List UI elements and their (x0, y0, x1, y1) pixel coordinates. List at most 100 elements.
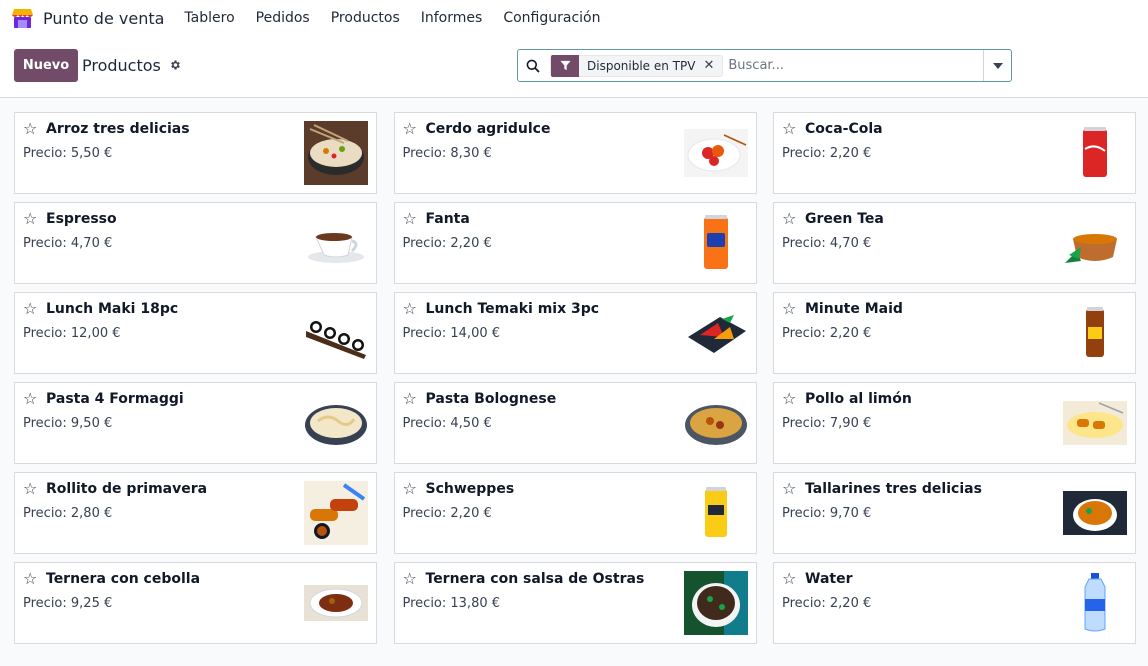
product-image (304, 481, 368, 545)
product-price: Precio: 4,70 € (782, 236, 872, 251)
new-button[interactable]: Nuevo (14, 49, 78, 82)
favorite-star-icon[interactable]: ☆ (403, 299, 417, 318)
product-price: Precio: 8,30 € (402, 146, 492, 161)
breadcrumb: Productos (82, 56, 181, 75)
search-icon[interactable] (518, 59, 548, 73)
product-name: Pasta Bolognese (425, 391, 557, 407)
product-price: Precio: 14,00 € (402, 326, 501, 341)
search-input[interactable] (728, 51, 983, 80)
product-card[interactable]: ☆ Ternera con cebolla Precio: 9,25 € (14, 562, 377, 644)
product-image (304, 391, 368, 455)
product-name: Arroz tres delicias (46, 121, 190, 137)
product-image (1063, 211, 1127, 275)
favorite-star-icon[interactable]: ☆ (782, 119, 796, 138)
facet-label: Disponible en TPV (587, 58, 696, 73)
app-title[interactable]: Punto de venta (43, 9, 164, 28)
product-price: Precio: 12,00 € (23, 326, 121, 341)
favorite-star-icon[interactable]: ☆ (403, 479, 417, 498)
favorite-star-icon[interactable]: ☆ (782, 209, 796, 228)
product-image (683, 571, 748, 635)
pos-logo-icon[interactable] (10, 7, 35, 29)
favorite-star-icon[interactable]: ☆ (403, 389, 417, 408)
product-card[interactable]: ☆ Lunch Temaki mix 3pc Precio: 14,00 € (393, 292, 757, 374)
product-name: Ternera con salsa de Ostras (425, 571, 645, 587)
search-bar: Disponible en TPV ✕ (517, 49, 1012, 82)
favorite-star-icon[interactable]: ☆ (782, 299, 796, 318)
product-price: Precio: 2,20 € (402, 506, 492, 521)
nav-configuracion[interactable]: Configuración (503, 10, 600, 26)
product-card[interactable]: ☆ Coca-Cola Precio: 2,20 € (773, 112, 1136, 194)
product-image (1063, 571, 1127, 635)
product-price: Precio: 2,20 € (782, 146, 872, 161)
product-image (684, 211, 748, 275)
product-name: Water (805, 571, 853, 587)
product-card[interactable]: ☆ Fanta Precio: 2,20 € (393, 202, 757, 284)
control-panel: Nuevo Productos Disponible en TPV ✕ (0, 36, 1148, 98)
product-price: Precio: 13,80 € (402, 596, 501, 611)
product-image (304, 211, 368, 275)
product-image (684, 301, 748, 365)
product-price: Precio: 4,70 € (23, 236, 113, 251)
product-price: Precio: 9,25 € (23, 596, 113, 611)
favorite-star-icon[interactable]: ☆ (23, 479, 37, 498)
favorite-star-icon[interactable]: ☆ (23, 389, 37, 408)
product-card[interactable]: ☆ Pollo al limón Precio: 7,90 € (773, 382, 1136, 464)
nav-informes[interactable]: Informes (421, 10, 483, 26)
product-name: Lunch Maki 18pc (46, 301, 179, 317)
product-kanban: ☆ Arroz tres delicias Precio: 5,50 € ☆ Cerdo… (14, 112, 1136, 644)
product-card[interactable]: ☆ Pasta 4 Formaggi Precio: 9,50 € (14, 382, 377, 464)
page-title: Productos (82, 56, 161, 75)
product-card[interactable]: ☆ Green Tea Precio: 4,70 € (773, 202, 1136, 284)
product-name: Minute Maid (805, 301, 903, 317)
product-price: Precio: 7,90 € (782, 416, 872, 431)
favorite-star-icon[interactable]: ☆ (23, 119, 37, 138)
search-facet: Disponible en TPV ✕ (550, 54, 724, 77)
product-card[interactable]: ☆ Lunch Maki 18pc Precio: 12,00 € (14, 292, 377, 374)
favorite-star-icon[interactable]: ☆ (23, 299, 37, 318)
favorite-star-icon[interactable]: ☆ (782, 479, 796, 498)
product-card[interactable]: ☆ Arroz tres delicias Precio: 5,50 € (14, 112, 377, 194)
favorite-star-icon[interactable]: ☆ (403, 569, 417, 588)
product-price: Precio: 2,20 € (402, 236, 492, 251)
filter-icon (551, 54, 579, 77)
favorite-star-icon[interactable]: ☆ (403, 209, 417, 228)
product-card[interactable]: ☆ Cerdo agridulce Precio: 8,30 € (393, 112, 757, 194)
favorite-star-icon[interactable]: ☆ (782, 569, 796, 588)
product-price: Precio: 9,70 € (782, 506, 872, 521)
search-options-toggle[interactable] (983, 50, 1011, 81)
favorite-star-icon[interactable]: ☆ (23, 209, 37, 228)
gear-icon[interactable] (169, 59, 181, 75)
product-name: Coca-Cola (805, 121, 883, 137)
product-image (683, 121, 748, 185)
favorite-star-icon[interactable]: ☆ (23, 569, 37, 588)
product-name: Rollito de primavera (46, 481, 208, 497)
product-image (1063, 481, 1127, 545)
product-card[interactable]: ☆ Espresso Precio: 4,70 € (14, 202, 377, 284)
product-card[interactable]: ☆ Schweppes Precio: 2,20 € (393, 472, 757, 554)
product-card[interactable]: ☆ Tallarines tres delicias Precio: 9,70 € (773, 472, 1136, 554)
product-card[interactable]: ☆ Ternera con salsa de Ostras Precio: 13,8… (393, 562, 757, 644)
product-card[interactable]: ☆ Water Precio: 2,20 € (773, 562, 1136, 644)
product-name: Pollo al limón (805, 391, 912, 407)
favorite-star-icon[interactable]: ☆ (782, 389, 796, 408)
product-name: Green Tea (805, 211, 884, 227)
product-card[interactable]: ☆ Pasta Bolognese Precio: 4,50 € (393, 382, 757, 464)
product-image (1063, 121, 1127, 185)
product-price: Precio: 4,50 € (402, 416, 492, 431)
product-image (684, 391, 748, 455)
product-price: Precio: 2,20 € (782, 596, 872, 611)
product-card[interactable]: ☆ Rollito de primavera Precio: 2,80 € (14, 472, 377, 554)
product-card[interactable]: ☆ Minute Maid Precio: 2,20 € (773, 292, 1136, 374)
facet-remove-icon[interactable]: ✕ (703, 58, 722, 73)
product-price: Precio: 2,20 € (782, 326, 872, 341)
product-image (304, 301, 368, 365)
favorite-star-icon[interactable]: ☆ (403, 119, 417, 138)
product-name: Ternera con cebolla (46, 571, 201, 587)
product-image (1063, 301, 1127, 365)
top-navbar: Punto de venta Tablero Pedidos Productos… (0, 0, 1148, 36)
nav-productos[interactable]: Productos (331, 10, 400, 26)
product-image (1063, 391, 1127, 455)
nav-tablero[interactable]: Tablero (184, 10, 234, 26)
product-price: Precio: 5,50 € (23, 146, 113, 161)
nav-pedidos[interactable]: Pedidos (256, 10, 310, 26)
